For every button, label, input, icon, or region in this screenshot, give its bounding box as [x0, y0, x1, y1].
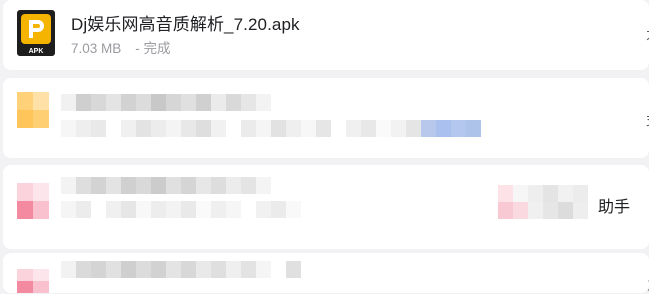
item-thumbnail-obscured: [17, 183, 49, 219]
download-item-obscured[interactable]: [3, 165, 649, 249]
download-status: - 完成: [135, 41, 171, 56]
item-thumbnail-obscured: [17, 269, 49, 293]
apk-icon-label: APK: [29, 48, 44, 55]
item-title-obscured: [61, 177, 286, 194]
item-source-obscured: [498, 185, 588, 202]
item-thumbnail-obscured: [17, 92, 49, 128]
apk-file-icon: APK: [17, 10, 55, 56]
download-item-obscured[interactable]: ヌ: [3, 253, 649, 293]
item-title-obscured: [61, 94, 286, 111]
download-item[interactable]: APK Dj娱乐网高音质解析_7.20.apk 7.03 MB- 完成 力: [3, 0, 649, 70]
item-meta-obscured: [61, 201, 301, 218]
item-meta-obscured: [61, 120, 481, 137]
item-title-obscured: [61, 261, 301, 278]
file-meta: 7.03 MB - 完成: [71, 37, 171, 57]
file-name[interactable]: Dj娱乐网高音质解析_7.20.apk: [71, 10, 300, 35]
download-item-obscured[interactable]: 支: [3, 78, 649, 158]
item-source-obscured-2: [498, 202, 588, 219]
file-size: 7.03 MB: [71, 41, 122, 56]
item-title-suffix: 助手: [598, 199, 631, 216]
